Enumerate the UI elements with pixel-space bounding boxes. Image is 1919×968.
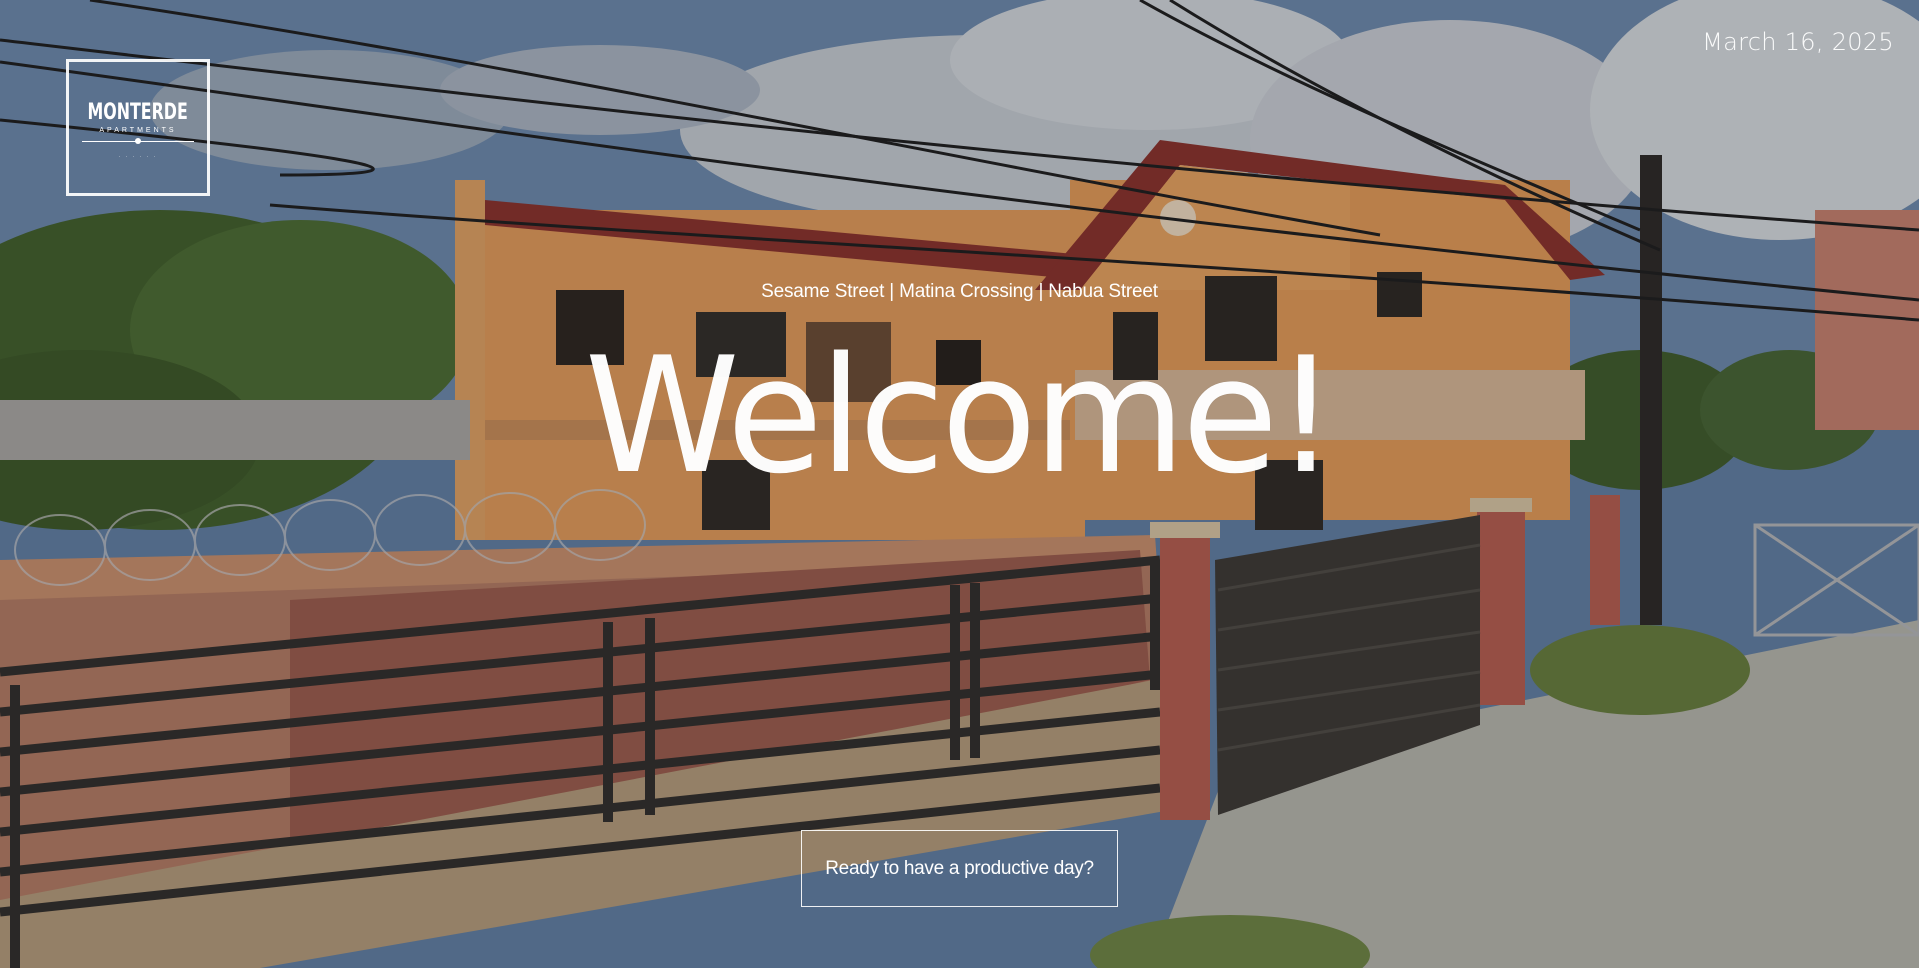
productive-day-button[interactable]: Ready to have a productive day? — [801, 830, 1118, 907]
monterde-logo[interactable]: MONTERDE APARTMENTS · · · · · · — [66, 59, 210, 196]
logo-name: MONTERDE — [87, 99, 189, 125]
logo-mark-icon — [82, 137, 194, 144]
welcome-text: Welcome! — [585, 322, 1338, 509]
logo-subtitle: APARTMENTS — [99, 126, 177, 134]
welcome-headline: Welcome! — [0, 336, 1919, 496]
logo-tagline: · · · · · · — [118, 153, 158, 160]
locations-line: Sesame Street | Matina Crossing | Nabua … — [761, 281, 1158, 302]
current-date: March 16, 2025 — [1702, 28, 1894, 56]
